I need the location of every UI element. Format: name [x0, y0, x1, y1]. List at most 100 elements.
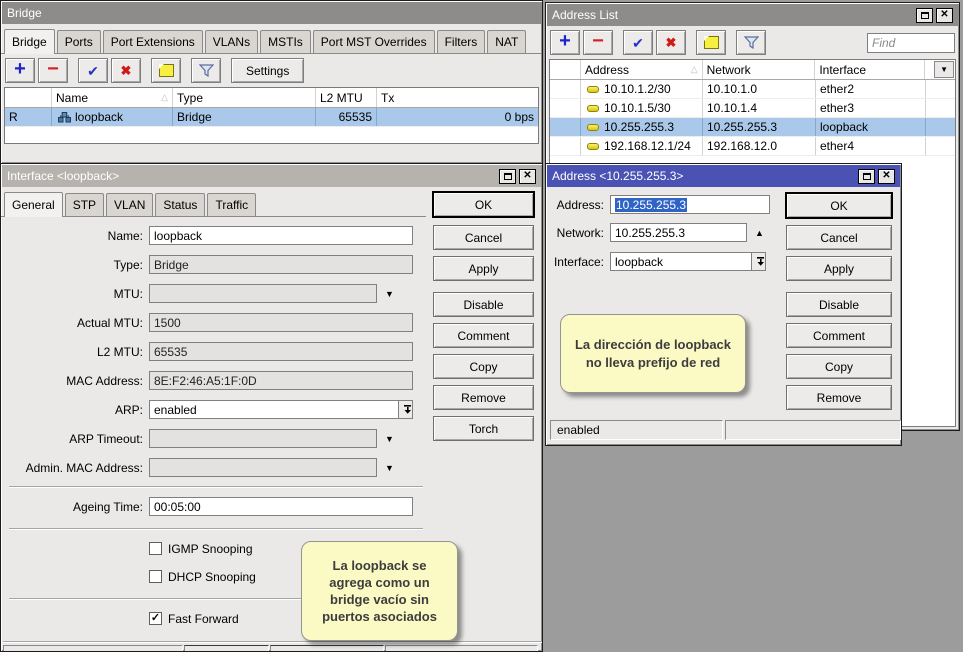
- tab-filters[interactable]: Filters: [437, 30, 486, 53]
- network-up-icon[interactable]: ▲: [755, 228, 764, 238]
- comment-button[interactable]: Comment: [786, 323, 892, 348]
- plus-icon: +: [14, 59, 26, 79]
- tab-stp[interactable]: STP: [65, 193, 104, 216]
- col-address[interactable]: Address △: [581, 60, 703, 79]
- address-list-toolbar: + − ✔ ✖: [546, 26, 959, 59]
- ip-address-icon: [587, 124, 599, 131]
- copy-button[interactable]: Copy: [786, 354, 892, 379]
- tab-status[interactable]: Status: [155, 193, 205, 216]
- remove-button[interactable]: −: [583, 30, 613, 55]
- disable-button[interactable]: Disable: [786, 292, 892, 317]
- tab-mstis[interactable]: MSTIs: [260, 30, 311, 53]
- arp-timeout-dropdown-icon[interactable]: ▼: [385, 434, 394, 444]
- address-list-titlebar[interactable]: Address List ✕: [547, 4, 958, 26]
- separator: [3, 641, 542, 643]
- tab-ports[interactable]: Ports: [57, 30, 101, 53]
- interface-dialog-titlebar[interactable]: Interface <loopback> ✕: [2, 165, 541, 187]
- arp-dropdown-button[interactable]: [398, 401, 413, 418]
- maximize-button[interactable]: [858, 169, 875, 184]
- close-button[interactable]: ✕: [878, 169, 895, 184]
- network-input[interactable]: 10.255.255.3: [610, 223, 747, 242]
- add-button[interactable]: +: [5, 58, 35, 83]
- apply-button[interactable]: Apply: [786, 256, 892, 281]
- dhcp-snooping-label: DHCP Snooping: [168, 570, 256, 584]
- name-input[interactable]: loopback: [149, 226, 413, 245]
- remove-button[interactable]: −: [38, 58, 68, 83]
- network-field-row: Network: 10.255.255.3 ▲: [550, 223, 764, 242]
- tab-general[interactable]: General: [4, 192, 63, 217]
- disable-button[interactable]: Disable: [433, 292, 534, 317]
- maximize-button[interactable]: [916, 8, 933, 23]
- row-tx: 0 bps: [377, 108, 538, 126]
- col-interface[interactable]: Interface: [815, 60, 925, 79]
- col-filler: [925, 60, 933, 79]
- arp-timeout-input: [149, 429, 377, 448]
- enable-button[interactable]: ✔: [78, 58, 108, 83]
- disable-button[interactable]: ✖: [111, 58, 141, 83]
- settings-button[interactable]: Settings: [231, 58, 304, 83]
- col-name[interactable]: Name △: [52, 88, 173, 107]
- address-row-selected[interactable]: 10.255.255.3 10.255.255.3 loopback: [550, 118, 955, 137]
- actual-mtu-input: 1500: [149, 313, 413, 332]
- apply-button[interactable]: Apply: [433, 256, 534, 281]
- status-cell: [3, 645, 183, 652]
- copy-button[interactable]: Copy: [433, 354, 534, 379]
- drop-list-icon: [403, 405, 412, 414]
- disable-button[interactable]: ✖: [656, 30, 686, 55]
- tab-nat[interactable]: NAT: [487, 30, 526, 53]
- cancel-button[interactable]: Cancel: [786, 225, 892, 250]
- dhcp-snooping-checkbox[interactable]: [149, 570, 162, 583]
- find-input[interactable]: [867, 33, 955, 53]
- address-row[interactable]: 192.168.12.1/24 192.168.12.0 ether4: [550, 137, 955, 156]
- bridge-window-titlebar[interactable]: Bridge: [2, 2, 541, 24]
- column-select-button[interactable]: ▼: [934, 61, 954, 78]
- remove-button[interactable]: Remove: [786, 385, 892, 410]
- interface-select[interactable]: loopback: [610, 252, 766, 271]
- address-row[interactable]: 10.10.1.5/30 10.10.1.4 ether3: [550, 99, 955, 118]
- ok-button[interactable]: OK: [433, 192, 534, 217]
- address-row[interactable]: 10.10.1.2/30 10.10.1.0 ether2: [550, 80, 955, 99]
- torch-button[interactable]: Torch: [433, 416, 534, 441]
- col-l2mtu[interactable]: L2 MTU: [316, 88, 377, 107]
- bridge-row-loopback[interactable]: R loopback Bridge 65535 0 bps: [5, 108, 538, 127]
- col-flags[interactable]: [550, 60, 581, 79]
- comment-button[interactable]: Comment: [433, 323, 534, 348]
- address-input[interactable]: 10.255.255.3: [610, 195, 770, 214]
- col-type[interactable]: Type: [173, 88, 316, 107]
- tab-port-extensions[interactable]: Port Extensions: [103, 30, 203, 53]
- comment-button[interactable]: [696, 30, 726, 55]
- bridge-window: Bridge Bridge Ports Port Extensions VLAN…: [0, 0, 543, 164]
- col-network[interactable]: Network: [703, 60, 816, 79]
- fast-forward-checkbox[interactable]: ✓: [149, 612, 162, 625]
- mtu-dropdown-icon[interactable]: ▼: [385, 289, 394, 299]
- maximize-button[interactable]: [499, 169, 516, 184]
- igmp-snooping-checkbox[interactable]: [149, 542, 162, 555]
- tab-bridge[interactable]: Bridge: [4, 29, 55, 54]
- close-button[interactable]: ✕: [936, 8, 953, 23]
- col-tx[interactable]: Tx: [377, 88, 538, 107]
- dhcp-snooping-row: DHCP Snooping: [149, 569, 256, 584]
- col-flags[interactable]: [5, 88, 52, 107]
- tab-traffic[interactable]: Traffic: [207, 193, 256, 216]
- filter-button[interactable]: [191, 58, 221, 83]
- tab-vlan[interactable]: VLAN: [106, 193, 153, 216]
- tab-port-mst-overrides[interactable]: Port MST Overrides: [313, 30, 435, 53]
- admin-mac-dropdown-icon[interactable]: ▼: [385, 463, 394, 473]
- remove-button[interactable]: Remove: [433, 385, 534, 410]
- maximize-icon: [863, 173, 871, 180]
- add-button[interactable]: +: [550, 30, 580, 55]
- address-status-bar: enabled: [550, 420, 901, 440]
- cancel-button[interactable]: Cancel: [433, 225, 534, 250]
- close-button[interactable]: ✕: [519, 169, 536, 184]
- address-dialog-titlebar[interactable]: Address <10.255.255.3> ✕: [547, 165, 900, 187]
- minus-icon: −: [592, 31, 604, 51]
- interface-dropdown-button[interactable]: [751, 253, 766, 270]
- ageing-input[interactable]: 00:05:00: [149, 497, 413, 516]
- tab-vlans[interactable]: VLANs: [205, 30, 258, 53]
- ok-button[interactable]: OK: [786, 193, 892, 218]
- enable-button[interactable]: ✔: [623, 30, 653, 55]
- comment-button[interactable]: [151, 58, 181, 83]
- separator: [9, 528, 423, 530]
- filter-button[interactable]: [736, 30, 766, 55]
- arp-select[interactable]: enabled: [149, 400, 413, 419]
